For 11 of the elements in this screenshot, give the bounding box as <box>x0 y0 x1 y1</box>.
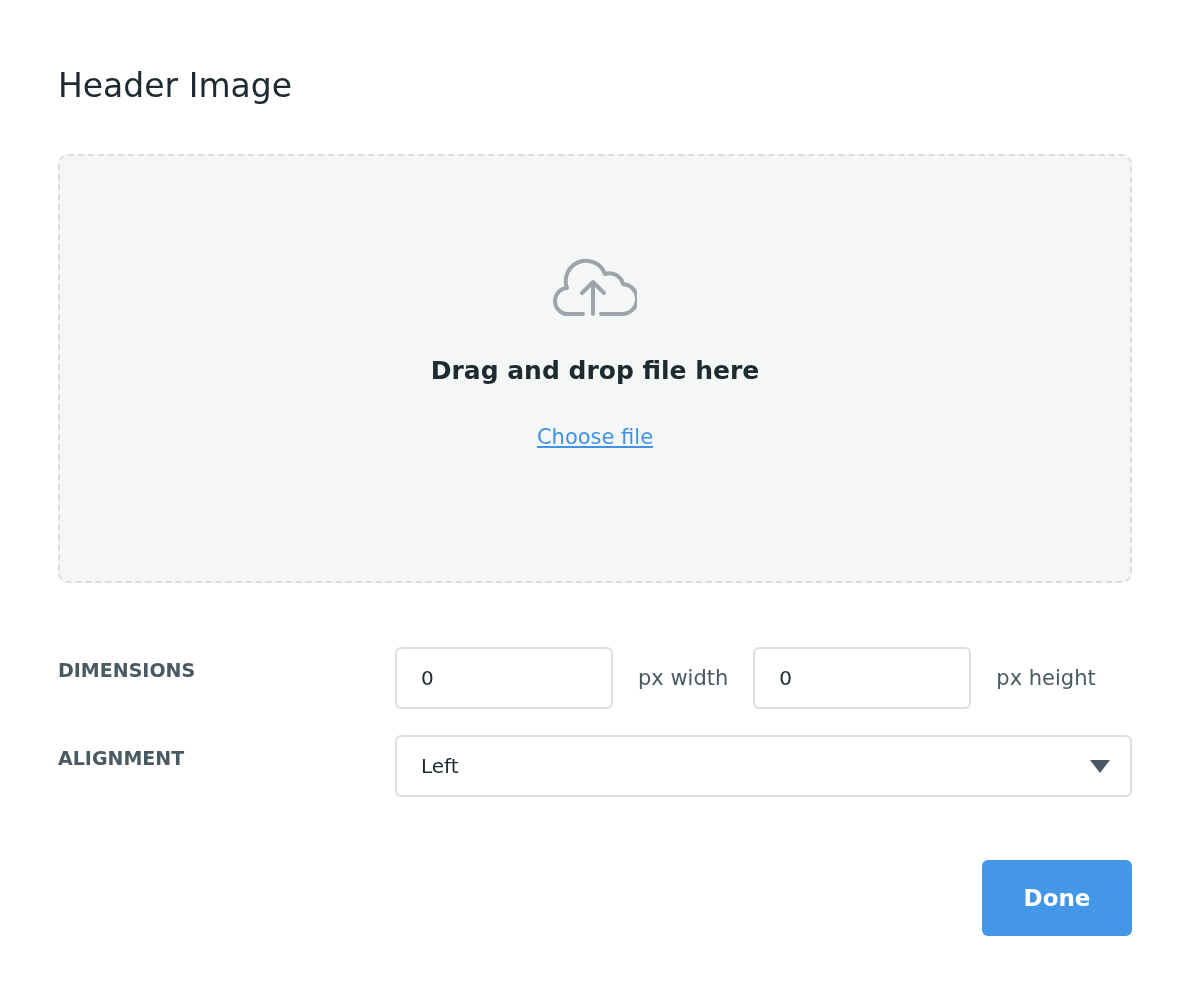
unit-label: px height <box>996 666 1096 690</box>
alignment-dropdown[interactable]: Left <box>395 735 1132 797</box>
field-label: DIMENSIONS <box>58 658 197 681</box>
drop-prompt: Drag and drop file here <box>430 356 760 385</box>
input-field[interactable]: 0 <box>753 647 972 709</box>
caret-icon <box>1090 759 1110 773</box>
drop-zone[interactable]: Drag and drop file here Choose file <box>58 154 1132 583</box>
dialog-title: Header Image <box>58 65 293 107</box>
input-field[interactable]: 0 <box>395 647 613 709</box>
unit-label: px width <box>638 666 729 690</box>
field-label: ALIGNMENT <box>58 746 186 769</box>
